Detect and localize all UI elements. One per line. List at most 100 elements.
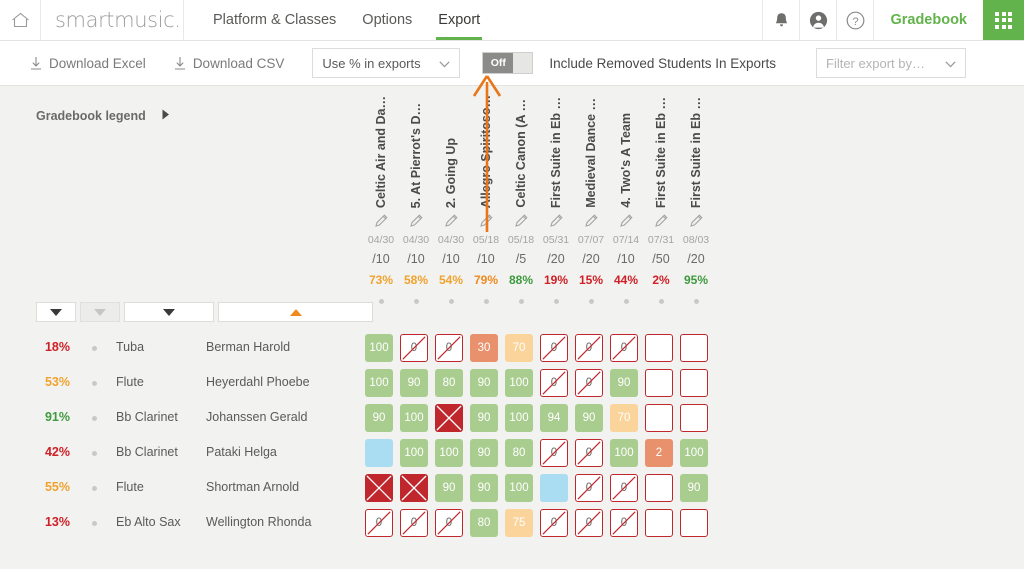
pencil-edit-icon[interactable] [366, 208, 396, 232]
assignment-column-5[interactable]: Celtic Canon (A … 05/18/5 88% [506, 99, 536, 312]
brand-logo[interactable]: smartmusic. [41, 0, 184, 40]
grade-cell[interactable]: 100 [680, 439, 708, 467]
assignment-menu-dot[interactable] [401, 290, 431, 312]
grade-cell[interactable] [645, 509, 673, 537]
grade-cell[interactable]: 0 [575, 474, 603, 502]
grade-cell[interactable]: 90 [575, 404, 603, 432]
filter-percent[interactable] [36, 302, 76, 322]
grade-cell[interactable] [645, 474, 673, 502]
student-status-dot[interactable] [92, 346, 97, 351]
assignment-menu-dot[interactable] [681, 290, 711, 312]
gradebook-legend-toggle[interactable]: Gradebook legend [36, 107, 170, 125]
student-status-dot[interactable] [92, 416, 97, 421]
pencil-edit-icon[interactable] [611, 208, 641, 232]
assignment-column-10[interactable]: First Suite in Eb … 08/03/20 95% [681, 97, 711, 312]
include-removed-students-toggle[interactable]: Off [482, 52, 534, 74]
home-icon[interactable] [0, 0, 41, 40]
grade-cell[interactable]: 70 [505, 334, 533, 362]
download-csv-button[interactable]: Download CSV [174, 56, 284, 71]
grade-cell[interactable] [680, 369, 708, 397]
grade-cell[interactable] [365, 439, 393, 467]
grade-cell[interactable]: 100 [365, 369, 393, 397]
grade-cell[interactable]: 90 [470, 474, 498, 502]
grade-cell[interactable]: 0 [400, 509, 428, 537]
assignment-menu-dot[interactable] [576, 290, 606, 312]
grade-cell[interactable] [400, 474, 428, 502]
pencil-edit-icon[interactable] [436, 208, 466, 232]
grade-cell[interactable]: 90 [610, 369, 638, 397]
grade-cell[interactable]: 90 [470, 404, 498, 432]
grade-cell[interactable]: 100 [400, 439, 428, 467]
grade-cell[interactable]: 0 [365, 509, 393, 537]
grade-cell[interactable]: 100 [400, 404, 428, 432]
grade-cell[interactable]: 90 [365, 404, 393, 432]
grade-cell[interactable] [680, 509, 708, 537]
grade-cell[interactable]: 0 [540, 439, 568, 467]
grade-cell[interactable]: 100 [505, 404, 533, 432]
nav-link-platform-classes[interactable]: Platform & Classes [200, 0, 349, 40]
grade-cell[interactable] [435, 404, 463, 432]
grade-cell[interactable]: 80 [435, 369, 463, 397]
assignment-column-9[interactable]: First Suite in Eb … 07/31/50 2% [646, 97, 676, 312]
grade-cell[interactable]: 30 [470, 334, 498, 362]
notifications-bell-icon[interactable] [762, 0, 799, 40]
grade-cell[interactable]: 0 [540, 334, 568, 362]
user-account-icon[interactable] [799, 0, 836, 40]
student-status-dot[interactable] [92, 451, 97, 456]
assignment-menu-dot[interactable] [471, 290, 501, 312]
gradebook-link[interactable]: Gradebook [873, 0, 983, 40]
assignment-column-8[interactable]: 4. Two's A Team 07/14/10 44% [611, 100, 641, 312]
grade-cell[interactable]: 90 [435, 474, 463, 502]
grade-cell[interactable] [645, 369, 673, 397]
nav-link-export[interactable]: Export [425, 0, 493, 40]
grade-cell[interactable]: 80 [505, 439, 533, 467]
help-circle-icon[interactable]: ? [836, 0, 873, 40]
grade-cell[interactable]: 2 [645, 439, 673, 467]
pencil-edit-icon[interactable] [541, 208, 571, 232]
grade-cell[interactable]: 90 [680, 474, 708, 502]
grade-cell[interactable]: 90 [470, 439, 498, 467]
use-percent-in-exports-select[interactable]: Use % in exports [312, 48, 461, 78]
grade-cell[interactable]: 90 [470, 369, 498, 397]
assignment-column-3[interactable]: 2. Going Up 04/30/10 54% [436, 100, 466, 312]
student-status-dot[interactable] [92, 486, 97, 491]
pencil-edit-icon[interactable] [506, 208, 536, 232]
grade-cell[interactable] [540, 474, 568, 502]
grade-cell[interactable]: 0 [575, 509, 603, 537]
filter-instrument[interactable] [124, 302, 214, 322]
grade-cell[interactable]: 100 [435, 439, 463, 467]
student-status-dot[interactable] [92, 381, 97, 386]
grade-cell[interactable]: 0 [540, 369, 568, 397]
assignment-column-4[interactable]: Allegro Spiritoso… 05/18/10 79% [471, 95, 501, 312]
pencil-edit-icon[interactable] [576, 208, 606, 232]
grade-cell[interactable]: 0 [540, 509, 568, 537]
apps-grid-icon[interactable] [983, 0, 1024, 40]
grade-cell[interactable]: 100 [505, 369, 533, 397]
student-status-dot[interactable] [92, 521, 97, 526]
filter-export-by-select[interactable]: Filter export by… [816, 48, 966, 78]
pencil-edit-icon[interactable] [471, 208, 501, 232]
grade-cell[interactable]: 100 [365, 334, 393, 362]
grade-cell[interactable]: 100 [505, 474, 533, 502]
assignment-column-1[interactable]: Celtic Air and Da… 04/30/10 73% [366, 96, 396, 312]
assignment-menu-dot[interactable] [541, 290, 571, 312]
grade-cell[interactable]: 0 [575, 334, 603, 362]
grade-cell[interactable]: 0 [610, 334, 638, 362]
filter-name[interactable] [218, 302, 373, 322]
grade-cell[interactable]: 0 [610, 474, 638, 502]
assignment-menu-dot[interactable] [436, 290, 466, 312]
grade-cell[interactable]: 0 [435, 509, 463, 537]
grade-cell[interactable]: 70 [610, 404, 638, 432]
pencil-edit-icon[interactable] [681, 208, 711, 232]
grade-cell[interactable]: 90 [400, 369, 428, 397]
assignment-menu-dot[interactable] [506, 290, 536, 312]
grade-cell[interactable] [645, 334, 673, 362]
download-excel-button[interactable]: Download Excel [30, 56, 146, 71]
grade-cell[interactable]: 100 [610, 439, 638, 467]
grade-cell[interactable] [680, 404, 708, 432]
grade-cell[interactable]: 80 [470, 509, 498, 537]
pencil-edit-icon[interactable] [401, 208, 431, 232]
assignment-column-2[interactable]: 5. At Pierrot's D… 04/30/10 58% [401, 100, 431, 312]
assignment-menu-dot[interactable] [611, 290, 641, 312]
grade-cell[interactable]: 0 [435, 334, 463, 362]
